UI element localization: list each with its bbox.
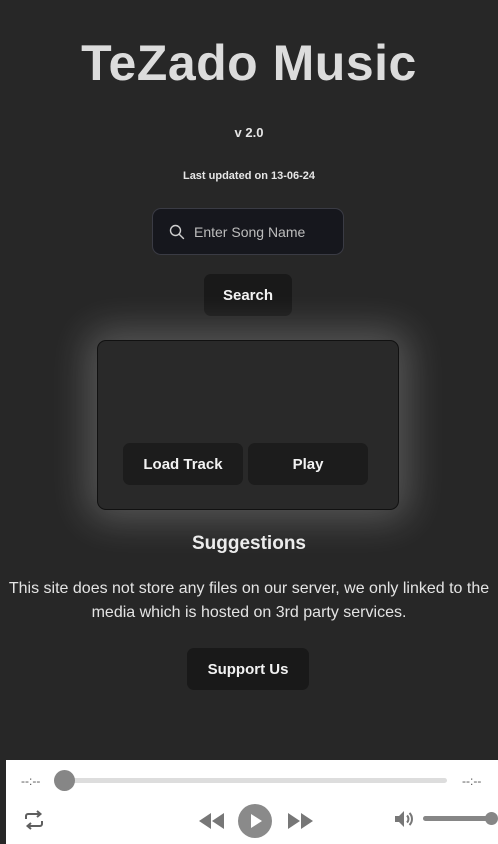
version-label: v 2.0 [234, 125, 264, 140]
progress-bar[interactable] [54, 770, 447, 791]
rewind-icon[interactable] [198, 811, 226, 831]
support-us-button[interactable]: Support Us [187, 648, 309, 690]
search-box[interactable] [152, 208, 344, 255]
app-title: TeZado Music [81, 35, 417, 91]
volume-handle[interactable] [485, 812, 498, 825]
loop-icon[interactable] [22, 808, 46, 832]
play-icon[interactable] [238, 804, 272, 838]
audio-player-bar: --:-- --:-- [6, 760, 498, 844]
load-track-button[interactable]: Load Track [123, 443, 243, 485]
fast-forward-icon[interactable] [286, 811, 314, 831]
duration-time: --:-- [462, 774, 482, 788]
current-time: --:-- [21, 774, 41, 788]
progress-handle[interactable] [54, 770, 75, 791]
volume-slider[interactable] [423, 812, 498, 825]
play-button[interactable]: Play [248, 443, 368, 485]
volume-icon[interactable] [393, 809, 415, 829]
search-icon [169, 224, 185, 239]
suggestions-heading: Suggestions [191, 533, 306, 554]
search-button[interactable]: Search [204, 274, 292, 316]
last-updated-label: Last updated on 13-06-24 [182, 170, 316, 182]
disclaimer-text: This site does not store any files on ou… [8, 580, 490, 621]
search-input[interactable] [194, 223, 334, 240]
volume-fill [423, 816, 491, 821]
